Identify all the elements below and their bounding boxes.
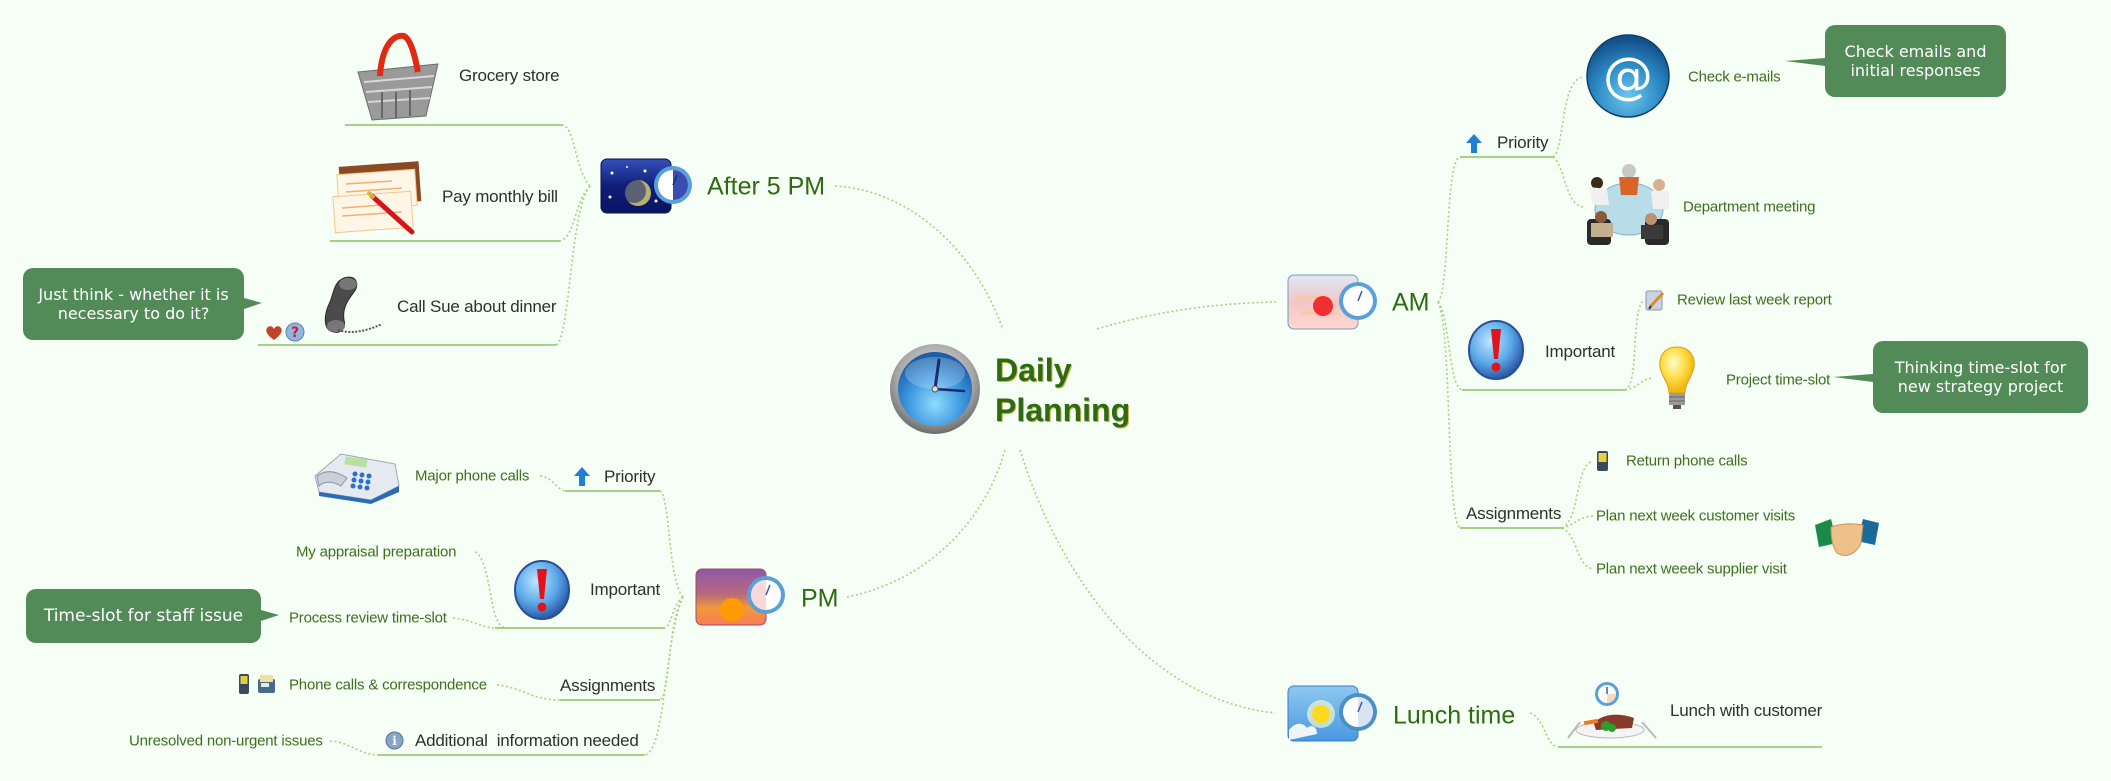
item-return-phone-calls[interactable]: Return phone calls — [1626, 453, 1748, 470]
email-at-icon: @ — [1585, 33, 1671, 119]
connector-center-pm — [846, 449, 1006, 598]
map-title-line2: Planning — [995, 392, 1131, 428]
sunset-clock-icon — [695, 567, 787, 627]
bill-pen-icon — [332, 160, 426, 236]
branch-pm[interactable]: PM — [801, 585, 839, 614]
desk-phone-icon — [311, 446, 403, 504]
handshake-icon — [1813, 517, 1881, 561]
callout-staff-issue-text: Time-slot for staff issue — [43, 605, 244, 626]
exclamation-icon — [513, 559, 571, 621]
callout-check-emails-text: Check emails and initial responses — [1844, 42, 1987, 80]
telephone-receiver-icon — [316, 274, 384, 338]
item-pay-monthly-bill[interactable]: Pay monthly bill — [442, 187, 558, 207]
fax-icon — [257, 675, 276, 694]
item-check-emails[interactable]: Check e-mails — [1688, 69, 1781, 86]
heart-icon — [265, 325, 283, 341]
mobile-phone-icon — [239, 674, 249, 694]
night-clock-icon — [600, 157, 694, 215]
item-department-meeting[interactable]: Department meeting — [1683, 199, 1816, 216]
group-pm-important[interactable]: Important — [590, 580, 660, 600]
svg-text:i: i — [392, 734, 397, 748]
group-am-important[interactable]: Important — [1545, 342, 1615, 362]
item-lunch-with-customer[interactable]: Lunch with customer — [1670, 701, 1822, 721]
connector-center-lunch — [1019, 449, 1276, 714]
callout-pointer — [261, 610, 279, 621]
center-clock-icon — [889, 343, 981, 435]
group-am-priority[interactable]: Priority — [1497, 133, 1548, 153]
group-pm-additional-info[interactable]: Additional information needed — [415, 731, 639, 751]
question-icon: ? — [285, 322, 305, 342]
connector-center-am — [1096, 301, 1277, 330]
shopping-basket-icon — [352, 32, 444, 122]
item-grocery-store[interactable]: Grocery store — [459, 66, 560, 86]
item-customer-visits[interactable]: Plan next week customer visits — [1596, 508, 1795, 525]
group-pm-priority[interactable]: Priority — [604, 467, 655, 487]
map-title[interactable]: Daily Planning — [995, 350, 1130, 430]
callout-strategy-project-text: Thinking time-slot for new strategy proj… — [1894, 358, 2067, 396]
meal-plate-clock-icon — [1564, 680, 1658, 742]
meeting-table-icon — [1585, 161, 1671, 251]
group-pm-assignments[interactable]: Assignments — [560, 676, 655, 696]
sunrise-clock-icon — [1287, 273, 1379, 331]
info-icon: i — [385, 731, 404, 750]
item-project-time-slot[interactable]: Project time-slot — [1726, 372, 1830, 389]
item-phone-correspondence[interactable]: Phone calls & correspondence — [289, 677, 487, 694]
exclamation-icon — [1467, 319, 1525, 381]
branch-am[interactable]: AM — [1392, 289, 1430, 318]
daytime-clock-icon — [1287, 684, 1379, 743]
group-am-assignments[interactable]: Assignments — [1466, 504, 1561, 524]
callout-pointer — [1785, 58, 1825, 66]
lightbulb-icon — [1655, 345, 1699, 410]
item-supplier-visit[interactable]: Plan next weeek supplier visit — [1596, 561, 1787, 578]
priority-arrow-icon — [574, 467, 590, 486]
svg-text:?: ? — [291, 325, 299, 341]
callout-strategy-project[interactable]: Thinking time-slot for new strategy proj… — [1833, 341, 2088, 413]
item-major-phone-calls[interactable]: Major phone calls — [415, 468, 529, 485]
connector-center-after5pm — [834, 185, 1004, 331]
notepad-pencil-icon — [1645, 289, 1665, 311]
item-appraisal-preparation[interactable]: My appraisal preparation — [296, 544, 456, 561]
callout-staff-issue[interactable]: Time-slot for staff issue — [26, 589, 279, 643]
callout-just-think[interactable]: Just think - whether it is necessary to … — [23, 268, 262, 340]
branch-after5pm[interactable]: After 5 PM — [707, 173, 825, 202]
map-title-line1: Daily — [995, 352, 1072, 388]
mobile-phone-icon — [1597, 451, 1608, 471]
item-unresolved-issues[interactable]: Unresolved non-urgent issues — [129, 733, 323, 750]
callout-just-think-text: Just think - whether it is necessary to … — [38, 285, 229, 323]
callout-check-emails[interactable]: Check emails and initial responses — [1785, 25, 2006, 97]
item-review-report[interactable]: Review last week report — [1677, 292, 1832, 309]
callout-pointer — [244, 298, 262, 309]
item-call-sue[interactable]: Call Sue about dinner — [397, 297, 557, 317]
branch-lunch-time[interactable]: Lunch time — [1393, 702, 1515, 731]
svg-text:@: @ — [1603, 47, 1653, 105]
item-process-review[interactable]: Process review time-slot — [289, 610, 447, 627]
callout-pointer — [1833, 374, 1873, 382]
priority-arrow-icon — [1466, 134, 1482, 153]
